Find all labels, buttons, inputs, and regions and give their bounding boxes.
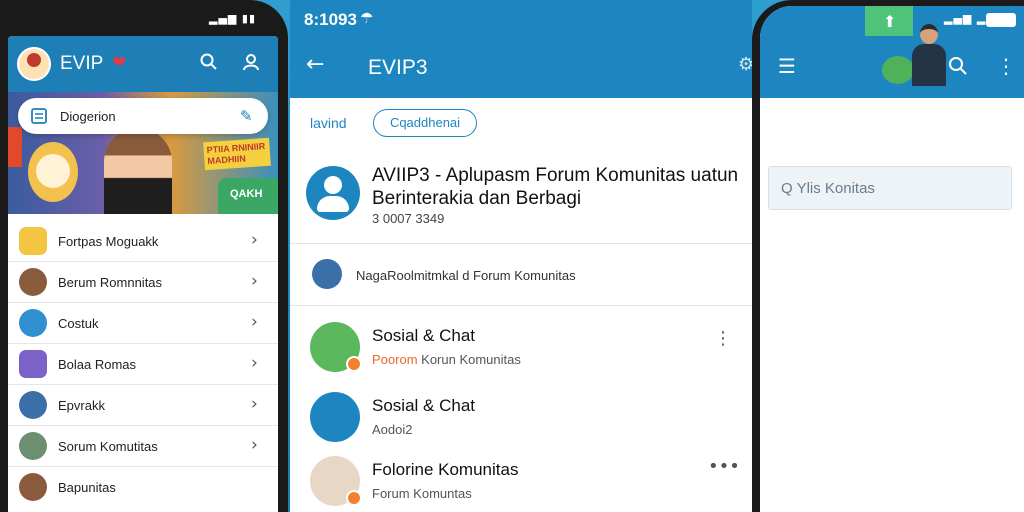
group-header: AVIIP3 - Aplupasm Forum Komunitas uatun … bbox=[290, 150, 752, 244]
chevron-right-icon: › bbox=[251, 353, 258, 373]
app-title: EVIP bbox=[60, 53, 104, 74]
chevron-right-icon: › bbox=[251, 394, 258, 414]
chat-subtitle-highlight: Poorom bbox=[372, 352, 418, 367]
item-avatar bbox=[19, 309, 47, 337]
chat-subtitle: Forum Komuntas bbox=[372, 486, 472, 501]
chat-title: Folorine Komunitas bbox=[372, 460, 519, 479]
info-text: NagaRoolmitmkal d Forum Komunitas bbox=[356, 268, 576, 283]
list-item[interactable]: Bolaa Romas › bbox=[8, 344, 278, 385]
tab-first[interactable]: lavind bbox=[310, 115, 347, 131]
arrow-up-icon: ⬆ bbox=[883, 14, 897, 31]
avatar-body bbox=[912, 44, 946, 86]
notification-badge bbox=[346, 490, 362, 506]
chevron-right-icon: › bbox=[251, 271, 258, 291]
chat-item[interactable]: Sosial & Chat Aodoi2 bbox=[290, 386, 752, 454]
list-item[interactable]: Costuk › bbox=[8, 303, 278, 344]
document-icon bbox=[31, 108, 47, 124]
left-phone: ▂▄▆ ▮▮ EVIP ❤ PTIIA RNINIIR MADHIIN QAKH bbox=[0, 0, 288, 512]
chat-item[interactable]: Folorine Komunitas Forum Komuntas ••• bbox=[290, 450, 752, 512]
left-phone-screen: EVIP ❤ PTIIA RNINIIR MADHIIN QAKH Dioger… bbox=[8, 36, 278, 512]
tab-second[interactable]: Cqaddhenai bbox=[373, 109, 477, 137]
chevron-right-icon: › bbox=[251, 230, 258, 250]
group-title: AVIIP3 - Aplupasm Forum Komunitas uatun … bbox=[372, 165, 739, 209]
app-bar: ⬆ ▂▄▆ ▂▄▆ ☰ ⋮ bbox=[760, 6, 1024, 98]
list-item[interactable]: Bapunitas bbox=[8, 467, 278, 508]
status-time: 8:1093 bbox=[304, 10, 357, 29]
group-avatar bbox=[306, 166, 360, 220]
chat-subtitle-text: Korun Komunitas bbox=[417, 352, 521, 367]
item-avatar bbox=[19, 350, 47, 378]
group-subtitle: 3 0007 3349 bbox=[372, 211, 445, 226]
item-label: Berum Romnnitas bbox=[58, 275, 163, 290]
user-avatar-illustration bbox=[912, 24, 946, 86]
signal-battery-icon: ▂▄▆ ▮▮ bbox=[209, 12, 256, 25]
item-label: Sorum Komutitas bbox=[58, 439, 158, 454]
list-item[interactable]: Fortpas Moguakk › bbox=[8, 221, 278, 262]
heart-icon: ❤ bbox=[112, 53, 127, 72]
notification-area: ⬆ bbox=[865, 6, 913, 36]
chat-item[interactable]: Sosial & Chat Poorom Korun Komunitas ⋮ bbox=[290, 316, 752, 384]
item-label: Fortpas Moguakk bbox=[58, 234, 159, 249]
battery-icon bbox=[986, 13, 1016, 27]
avatar-head bbox=[920, 24, 938, 44]
banner-decoration bbox=[8, 127, 22, 167]
tab-bar: lavind Cqaddhenai bbox=[290, 98, 752, 150]
search-bar[interactable]: Diogerion ✎ bbox=[18, 98, 268, 134]
banner-corner-text: QAKH bbox=[230, 188, 263, 200]
status-bar: ▂▄▆ ▮▮ bbox=[0, 0, 288, 36]
notification-badge bbox=[346, 356, 362, 372]
item-avatar bbox=[19, 432, 47, 460]
banner-cartoon-face bbox=[36, 154, 70, 188]
search-field[interactable]: Q Ylis Konitas bbox=[768, 166, 1012, 210]
menu-list: Fortpas Moguakk › Berum Romnnitas › Cost… bbox=[8, 221, 278, 508]
chat-title: Sosial & Chat bbox=[372, 326, 475, 345]
list-item[interactable]: Sorum Komutitas › bbox=[8, 426, 278, 467]
screen-title: EVIP3 bbox=[368, 56, 428, 79]
search-icon[interactable] bbox=[948, 56, 968, 76]
item-avatar bbox=[19, 391, 47, 419]
list-item[interactable]: Epvrakk › bbox=[8, 385, 278, 426]
pen-icon[interactable]: ✎ bbox=[240, 107, 253, 125]
search-placeholder: Q Ylis Konitas bbox=[781, 180, 875, 197]
right-phone-screen: ⬆ ▂▄▆ ▂▄▆ ☰ ⋮ Q Ylis Konitas bbox=[760, 6, 1024, 512]
banner-person-image bbox=[104, 128, 172, 214]
more-horizontal-icon[interactable]: ••• bbox=[708, 456, 740, 477]
list-item[interactable]: Berum Romnnitas › bbox=[8, 262, 278, 303]
back-arrow-icon[interactable]: ← bbox=[306, 52, 324, 77]
chat-subtitle: Poorom Korun Komunitas bbox=[372, 352, 521, 367]
more-vertical-icon[interactable]: ⋮ bbox=[996, 54, 1016, 78]
item-label: Bapunitas bbox=[58, 480, 116, 495]
chat-title: Sosial & Chat bbox=[372, 396, 475, 415]
profile-avatar[interactable] bbox=[17, 47, 51, 81]
search-icon[interactable] bbox=[200, 53, 218, 71]
banner-tag: PTIIA RNINIIR MADHIIN bbox=[203, 137, 271, 171]
app-bar: 8:1093 ☂ ← EVIP3 ⚙ bbox=[290, 0, 754, 98]
item-avatar bbox=[19, 473, 47, 501]
user-silhouette-head bbox=[324, 176, 342, 194]
right-phone: ⬆ ▂▄▆ ▂▄▆ ☰ ⋮ Q Ylis Konitas bbox=[752, 0, 1024, 512]
user-silhouette-body bbox=[317, 196, 349, 212]
hamburger-menu-icon[interactable]: ☰ bbox=[778, 54, 796, 78]
more-vertical-icon[interactable]: ⋮ bbox=[714, 328, 732, 349]
banner-corner: QAKH bbox=[218, 178, 278, 214]
wifi-icon: ☂ bbox=[360, 10, 374, 27]
chat-avatar bbox=[310, 392, 360, 442]
detail-screen: 8:1093 ☂ ← EVIP3 ⚙ lavind Cqaddhenai AVI… bbox=[290, 0, 754, 512]
item-label: Bolaa Romas bbox=[58, 357, 137, 372]
app-bar: EVIP ❤ bbox=[8, 36, 278, 92]
search-input[interactable]: Diogerion bbox=[60, 109, 116, 124]
chevron-right-icon: › bbox=[251, 312, 258, 332]
chat-subtitle: Aodoi2 bbox=[372, 422, 413, 437]
item-label: Costuk bbox=[58, 316, 99, 331]
chevron-right-icon: › bbox=[251, 435, 258, 455]
item-label: Epvrakk bbox=[58, 398, 105, 413]
info-avatar bbox=[312, 259, 342, 289]
plant-illustration bbox=[882, 56, 914, 84]
user-icon[interactable] bbox=[242, 53, 260, 71]
item-avatar bbox=[19, 268, 47, 296]
item-avatar bbox=[19, 227, 47, 255]
info-row[interactable]: NagaRoolmitmkal d Forum Komunitas bbox=[290, 244, 752, 306]
